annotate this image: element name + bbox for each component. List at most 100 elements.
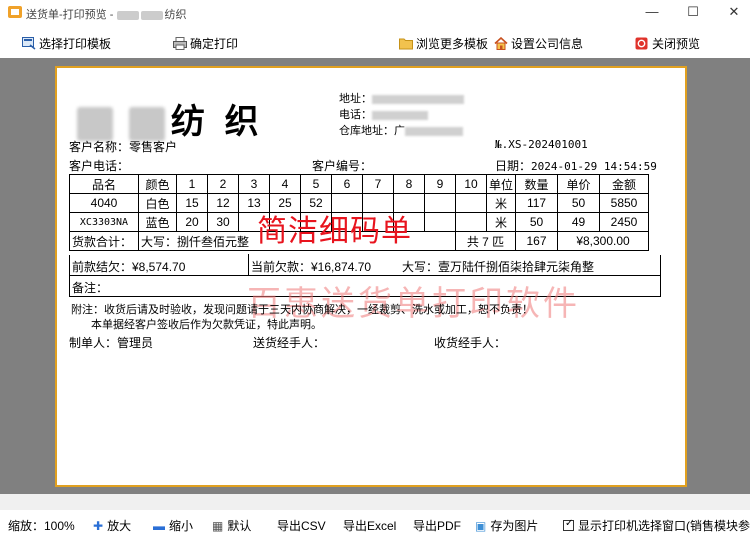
minimize-button[interactable]: — [643,4,661,20]
minus-icon: ▬ [153,518,165,533]
table-cell: 4040 [69,193,139,213]
table-cell: 50 [515,212,559,232]
table-cell: 米 [485,193,517,213]
preview-area[interactable]: 纺 织 地址： 电话： 仓库地址：广 客户名称：零售客户 №.XS-202401… [0,58,750,510]
table-header: 9 [424,174,456,194]
select-template-label: 选择打印模板 [39,36,112,51]
table-header: 数量 [515,174,559,194]
address-line: 地址： [339,90,464,106]
date-line: 日期：2024-01-29 14:54:59 [495,157,657,174]
export-csv-button[interactable]: 导出CSV [277,517,326,534]
show-printer-option[interactable]: ✓ 显示打印机选择窗口(销售模块参数 [563,517,750,534]
table-header: 7 [362,174,394,194]
note-line-2: 本单据经客户签收后作为欠款凭证，特此声明。 [91,319,322,331]
export-pdf-button[interactable]: 导出PDF [413,517,461,534]
table-cell [424,193,456,213]
export-excel-button[interactable]: 导出Excel [343,517,396,534]
checkbox[interactable]: ✓ [563,518,574,531]
current-debt-upper: 大写：壹万陆仟捌佰柒拾肆元柒角整 [402,260,595,274]
total-quantity: 167 [515,231,559,251]
customer-name: 零售客户 [129,140,178,154]
table-cell: 12 [207,193,239,213]
table-cell: 117 [515,193,559,213]
divider [248,254,249,275]
blurred-logo-text [77,107,113,141]
company-settings-label: 设置公司信息 [511,36,584,51]
table-header: 1 [176,174,208,194]
maker-label: 制单人：管理员 [69,336,154,350]
table-header: 颜色 [138,174,177,194]
phone-line: 电话： [339,106,428,122]
default-zoom-button[interactable]: ▦ 默认 [212,517,251,534]
order-number: №.XS-202401001 [495,138,588,151]
customer-name-line: 客户名称：零售客户 [69,138,177,155]
table-header: 10 [455,174,487,194]
table-header: 8 [393,174,425,194]
close-preview-button[interactable]: 关闭预览 [635,34,700,52]
table-cell: 米 [485,212,517,232]
zoom-in-button[interactable]: ✚ 放大 [93,517,131,534]
current-debt: 当前欠款：¥16,874.70 [251,260,372,274]
order-date: 2024-01-29 14:54:59 [531,160,657,173]
table-header: 2 [207,174,239,194]
table-cell: 5850 [599,193,650,213]
address-label: 地址： [339,93,372,105]
status-bar: 缩放：100% ✚ 放大 ▬ 缩小 ▦ 默认 导出CSV 导出Excel 导出PDF … [0,510,750,538]
table-cell: 49 [557,212,601,232]
remark-label: 备注： [72,281,109,295]
maximize-button[interactable]: ☐ [684,4,702,20]
zoom-level: 缩放：100% [8,519,75,533]
table-header: 金额 [599,174,650,194]
home-icon [494,36,508,50]
save-image-button[interactable]: ▣ 存为图片 [475,517,538,534]
horizontal-scrollbar[interactable] [0,494,750,510]
total-count: 共 7 匹 [454,231,517,251]
blurred-address [372,94,464,104]
receiver-label: 收货经手人： [434,336,507,350]
table-cell: 30 [207,212,239,232]
blurred-title-text [117,10,140,20]
toolbar: 选择打印模板 确定打印 浏览更多模板 设置公司信息 关闭预览 [0,26,750,58]
confirm-print-label: 确定打印 [190,36,239,51]
customer-code-label: 客户编号： [312,159,373,173]
table-cell: 50 [557,193,601,213]
shipper-label: 送货经手人： [253,336,326,350]
phone-label: 电话： [339,109,372,121]
total-label: 货款合计： [69,231,139,251]
company-name: 纺 织 [170,102,263,142]
table-header: 5 [300,174,332,194]
select-template-button[interactable]: 选择打印模板 [22,34,111,52]
title-bar: 送货单-打印预览 - 纺织 — ☐ ✕ [0,0,750,26]
browse-templates-label: 浏览更多模板 [416,36,489,51]
table-cell: 蓝色 [138,212,177,232]
blurred-phone [372,110,428,120]
zoom-out-button[interactable]: ▬ 缩小 [153,517,193,534]
company-settings-button[interactable]: 设置公司信息 [494,34,583,52]
total-amount: ¥8,300.00 [557,231,650,251]
table-header: 品名 [69,174,139,194]
template-icon [22,36,36,50]
debt-row: 前款结欠：¥8,574.70 当前欠款：¥16,874.70 大写：壹万陆仟捌佰… [69,254,661,276]
app-icon [8,6,22,18]
table-header-row: 品名 颜色 1 2 3 4 5 6 7 8 9 10 单位 数量 单价 金额 [69,174,650,194]
table-cell: 15 [176,193,208,213]
table-header: 单位 [485,174,517,194]
close-window-button[interactable]: ✕ [725,4,743,20]
warehouse-prefix: 广 [394,125,405,137]
date-label: 日期： [495,159,532,173]
window-title-prefix: 送货单-打印预览 - [26,9,117,21]
grid-icon: ▦ [212,518,224,533]
table-cell [455,193,487,213]
table-cell: 2450 [599,212,650,232]
blurred-logo-text [128,107,165,141]
zoom-out-label: 缩小 [169,519,194,533]
warehouse-label: 仓库地址： [339,125,394,137]
blurred-warehouse [405,126,463,136]
save-image-label: 存为图片 [490,519,539,533]
browse-templates-button[interactable]: 浏览更多模板 [399,34,488,52]
table-cell [424,212,456,232]
confirm-print-button[interactable]: 确定打印 [173,34,238,52]
warehouse-line: 仓库地址：广 [339,122,463,138]
window-title-suffix: 纺织 [164,9,187,21]
table-cell: 20 [176,212,208,232]
